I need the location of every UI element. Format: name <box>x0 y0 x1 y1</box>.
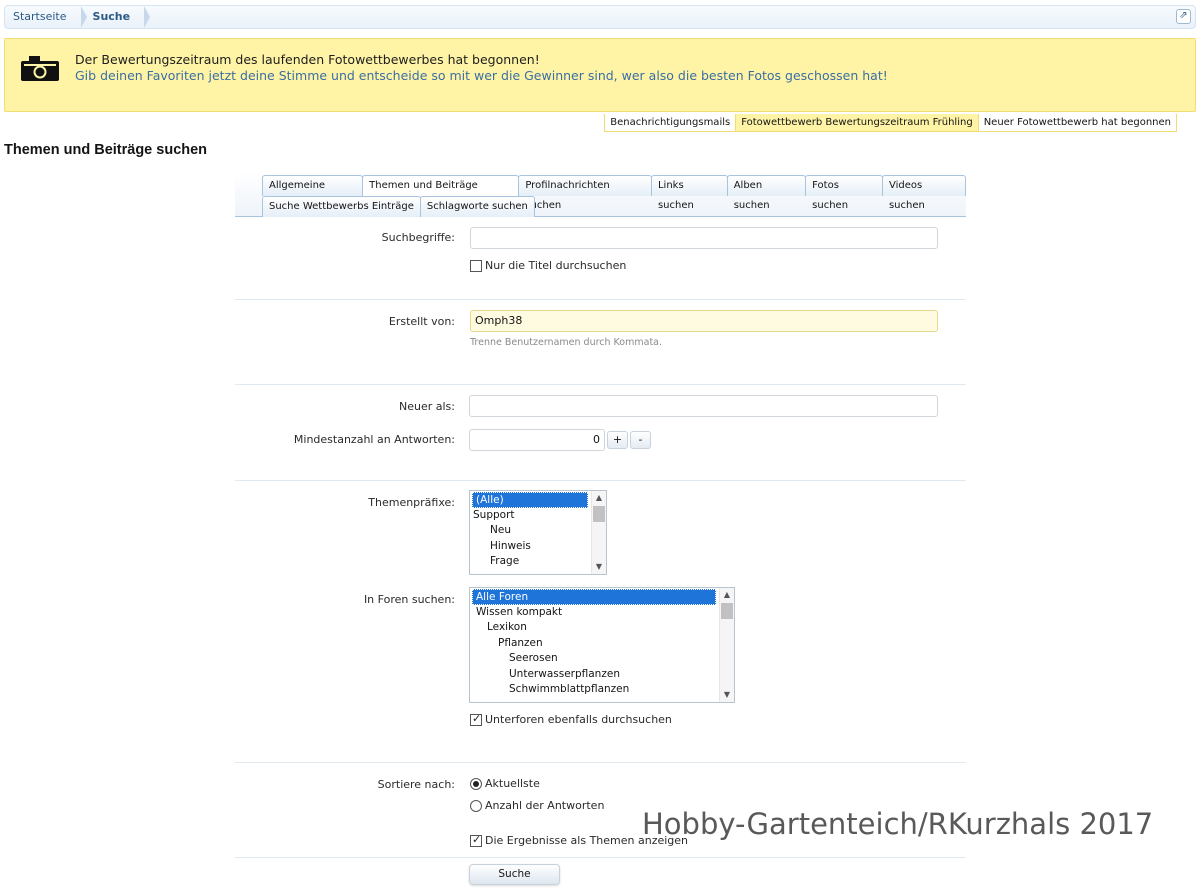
divider <box>235 299 966 300</box>
forums-label: In Foren suchen: <box>363 593 455 606</box>
checkbox-icon[interactable] <box>470 259 482 272</box>
sort-replies-radio[interactable]: Anzahl der Antworten <box>470 799 604 812</box>
breadcrumb: Startseite Suche ⇗ <box>4 5 1196 29</box>
search-tabs: Allgemeine Suche Themen und Beiträge suc… <box>235 172 966 217</box>
sort-replies-label: Anzahl der Antworten <box>485 799 605 812</box>
titles-only-checkbox[interactable]: Nur die Titel durchsuchen <box>470 259 626 272</box>
created-by-input[interactable]: Omph38 <box>470 310 938 332</box>
tab-links[interactable]: Links suchen <box>650 175 728 211</box>
tab-contest-entries[interactable]: Suche Wettbewerbs Einträge <box>262 196 421 217</box>
tab-general-search[interactable]: Allgemeine Suche <box>262 175 364 211</box>
notice-tab-rating-period[interactable]: Fotowettbewerb Bewertungszeitraum Frühli… <box>735 114 979 132</box>
prefixes-label: Themenpräfixe: <box>368 496 455 509</box>
subforums-label: Unterforen ebenfalls durchsuchen <box>485 713 672 726</box>
chevron-down-icon[interactable]: ▼ <box>592 560 606 574</box>
list-item[interactable]: Hinweis <box>470 539 606 555</box>
breadcrumb-home-link[interactable]: Startseite <box>5 6 86 28</box>
created-by-hint: Trenne Benutzernamen durch Kommata. <box>470 337 663 348</box>
radio-icon[interactable] <box>470 777 482 790</box>
sort-latest-label: Aktuellste <box>485 777 540 790</box>
list-item[interactable]: Lexikon <box>470 620 734 636</box>
min-replies-label: Mindestanzahl an Antworten: <box>293 433 455 446</box>
sort-latest-radio[interactable]: Aktuellste <box>470 777 540 790</box>
chevron-up-icon[interactable]: ▲ <box>592 491 606 505</box>
tab-albums[interactable]: Alben suchen <box>726 175 807 211</box>
prefixes-listbox[interactable]: (Alle) Support Neu Hinweis Frage ▲ ▼ <box>469 490 607 575</box>
jump-link-icon[interactable]: ⇗ <box>1176 9 1191 24</box>
divider <box>235 480 966 481</box>
tab-threads-posts[interactable]: Themen und Beiträge suchen <box>362 175 520 211</box>
scrollbar-thumb[interactable] <box>721 603 733 619</box>
newer-than-input[interactable] <box>469 395 938 417</box>
keywords-input[interactable] <box>470 227 938 249</box>
list-item[interactable]: (Alle) <box>472 492 588 508</box>
sort-label: Sortiere nach: <box>377 778 455 791</box>
list-item[interactable]: Support <box>470 508 606 524</box>
divider <box>235 762 966 763</box>
scrollbar-thumb[interactable] <box>593 506 605 522</box>
watermark: Hobby-Gartenteich/RKurzhals 2017 <box>642 807 1154 841</box>
notice-banner: Der Bewertungszeitraum des laufenden Fot… <box>4 38 1196 112</box>
tab-photos[interactable]: Fotos suchen <box>805 175 883 211</box>
created-by-label: Erstellt von: <box>388 315 455 328</box>
list-item[interactable]: Neu <box>470 523 606 539</box>
page-title: Themen und Beiträge suchen <box>4 142 208 158</box>
min-replies-input[interactable]: 0 <box>469 429 605 451</box>
notice-title: Der Bewertungszeitraum des laufenden Fot… <box>75 52 540 67</box>
list-item[interactable]: Seerosen <box>470 651 734 667</box>
tab-videos[interactable]: Videos suchen <box>881 175 966 211</box>
list-item[interactable]: Schwimmblattpflanzen <box>470 682 734 698</box>
decrement-button[interactable]: - <box>630 431 651 449</box>
breadcrumb-current[interactable]: Suche <box>81 6 150 28</box>
chevron-down-icon[interactable]: ▼ <box>720 688 734 702</box>
chevron-up-icon[interactable]: ▲ <box>720 588 734 602</box>
checkbox-icon[interactable] <box>470 833 482 847</box>
tab-profile-messages[interactable]: Profilnachrichten suchen <box>518 175 652 211</box>
notice-message-link[interactable]: Gib deinen Favoriten jetzt deine Stimme … <box>75 68 888 84</box>
list-item[interactable]: Wissen kompakt <box>470 605 734 621</box>
scrollbar[interactable]: ▲ ▼ <box>719 588 734 702</box>
divider <box>235 857 966 858</box>
newer-than-label: Neuer als: <box>399 400 455 413</box>
titles-only-label: Nur die Titel durchsuchen <box>485 259 627 272</box>
search-submit-button[interactable]: Suche <box>469 864 560 885</box>
checkbox-icon[interactable] <box>470 712 482 726</box>
list-item[interactable]: Pflanzen <box>470 636 734 652</box>
camera-icon <box>21 56 59 81</box>
notice-tab-mails[interactable]: Benachrichtigungsmails <box>604 114 737 132</box>
increment-button[interactable]: + <box>607 431 628 449</box>
notice-tab-new-contest[interactable]: Neuer Fotowettbewerb hat begonnen <box>977 114 1177 132</box>
notice-tabs: Benachrichtigungsmails Fotowettbewerb Be… <box>604 114 1177 132</box>
scrollbar[interactable]: ▲ ▼ <box>591 491 606 574</box>
list-item[interactable]: Unterwasserpflanzen <box>470 667 734 683</box>
divider <box>235 384 966 385</box>
radio-icon[interactable] <box>470 799 482 812</box>
list-item[interactable]: Frage <box>470 554 606 570</box>
subforums-checkbox[interactable]: Unterforen ebenfalls durchsuchen <box>470 712 672 726</box>
forums-listbox[interactable]: Alle Foren Wissen kompakt Lexikon Pflanz… <box>469 587 735 703</box>
list-item[interactable]: Alle Foren <box>472 589 716 605</box>
keywords-label: Suchbegriffe: <box>381 231 455 244</box>
tab-tags[interactable]: Schlagworte suchen <box>419 196 535 217</box>
